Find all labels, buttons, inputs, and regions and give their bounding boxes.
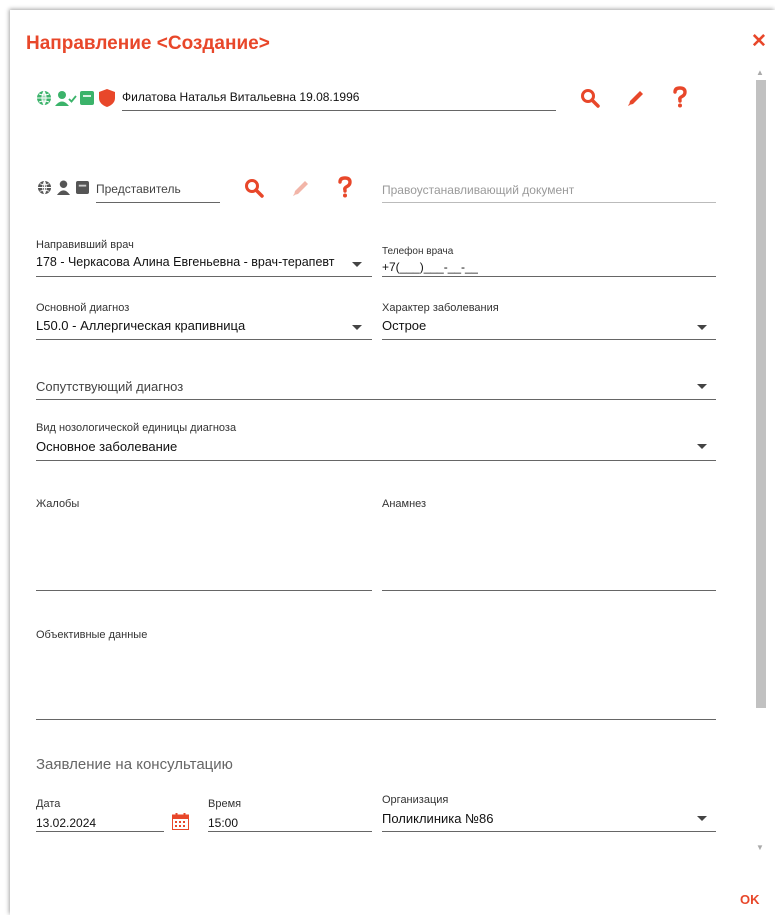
date-label: Дата [36,798,61,810]
organization-label: Организация [382,794,449,806]
legal-document-field[interactable]: Правоустанавливающий документ [382,183,574,197]
patient-underline [122,110,556,111]
time-underline [208,831,372,832]
organization-underline [382,831,716,832]
phone-input[interactable]: +7(___)___-__-__ [382,260,478,274]
concomitant-underline [36,399,716,400]
time-label: Время [208,798,242,810]
ok-button[interactable]: OK [740,892,760,907]
anamnesis-textarea[interactable] [382,515,716,590]
character-underline [382,339,716,340]
patient-field[interactable]: Филатова Наталья Витальевна 19.08.1996 [122,90,552,104]
shield-icon[interactable] [99,89,115,107]
dialog-title: Направление <Создание> [26,33,270,54]
patient-edit-icon[interactable] [626,88,646,108]
diagnosis-label: Основной диагноз [36,302,130,314]
scrollbar[interactable]: ▲ ▼ [754,68,766,853]
patient-search-icon[interactable] [580,88,600,108]
anamnesis-label: Анамнез [382,498,427,510]
representative-globe-icon[interactable] [37,180,52,195]
diagnosis-chevron-down-icon[interactable] [352,325,362,330]
card-icon[interactable] [80,91,94,105]
scrollbar-thumb[interactable] [756,80,766,708]
phone-label: Телефон врача [382,246,454,257]
character-chevron-down-icon[interactable] [697,325,707,330]
representative-help-icon[interactable] [337,176,353,198]
character-select[interactable]: Острое [382,318,426,333]
doctor-chevron-down-icon[interactable] [352,262,362,267]
doctor-select[interactable]: 178 - Черкасова Алина Евгеньевна - врач-… [36,255,346,269]
diagnosis-underline [36,339,372,340]
representative-field[interactable]: Представитель [96,182,181,196]
character-label: Характер заболевания [382,302,499,314]
complaints-underline [36,590,372,591]
legal-document-underline [382,202,716,203]
nosology-label: Вид нозологической единицы диагноза [36,422,237,434]
objective-textarea[interactable] [36,646,716,719]
scroll-down-icon[interactable]: ▼ [754,843,766,853]
diagnosis-select[interactable]: L50.0 - Аллергическая крапивница [36,318,346,333]
phone-underline [382,276,716,277]
anamnesis-underline [382,590,716,591]
concomitant-diagnosis-select[interactable]: Сопутствующий диагноз [36,379,183,394]
user-icon[interactable] [56,180,71,195]
time-input[interactable]: 15:00 [208,816,238,830]
representative-search-icon[interactable] [244,178,264,198]
concomitant-chevron-down-icon[interactable] [697,384,707,389]
organization-chevron-down-icon[interactable] [697,816,707,821]
nosology-chevron-down-icon[interactable] [697,444,707,449]
complaints-textarea[interactable] [36,515,372,590]
user-check-icon[interactable] [55,90,77,106]
calendar-icon[interactable] [172,813,189,830]
doctor-underline [36,276,372,277]
objective-underline [36,719,716,720]
representative-edit-icon[interactable] [291,178,311,198]
nosology-select[interactable]: Основное заболевание [36,439,177,454]
objective-label: Объективные данные [36,629,148,641]
patient-help-icon[interactable] [672,86,688,108]
patient-globe-icon[interactable] [36,90,52,106]
dialog: Направление <Создание> ✕ Филатова Наталь… [10,10,775,915]
representative-card-icon[interactable] [76,181,89,194]
nosology-underline [36,460,716,461]
complaints-label: Жалобы [36,498,80,510]
representative-underline [96,202,220,203]
consultation-section-title: Заявление на консультацию [36,756,233,773]
date-underline [36,831,164,832]
date-input[interactable]: 13.02.2024 [36,816,96,830]
close-icon[interactable]: ✕ [751,30,767,53]
scroll-up-icon[interactable]: ▲ [754,68,766,78]
organization-select[interactable]: Поликлиника №86 [382,811,493,826]
doctor-label: Направивший врач [36,239,134,251]
